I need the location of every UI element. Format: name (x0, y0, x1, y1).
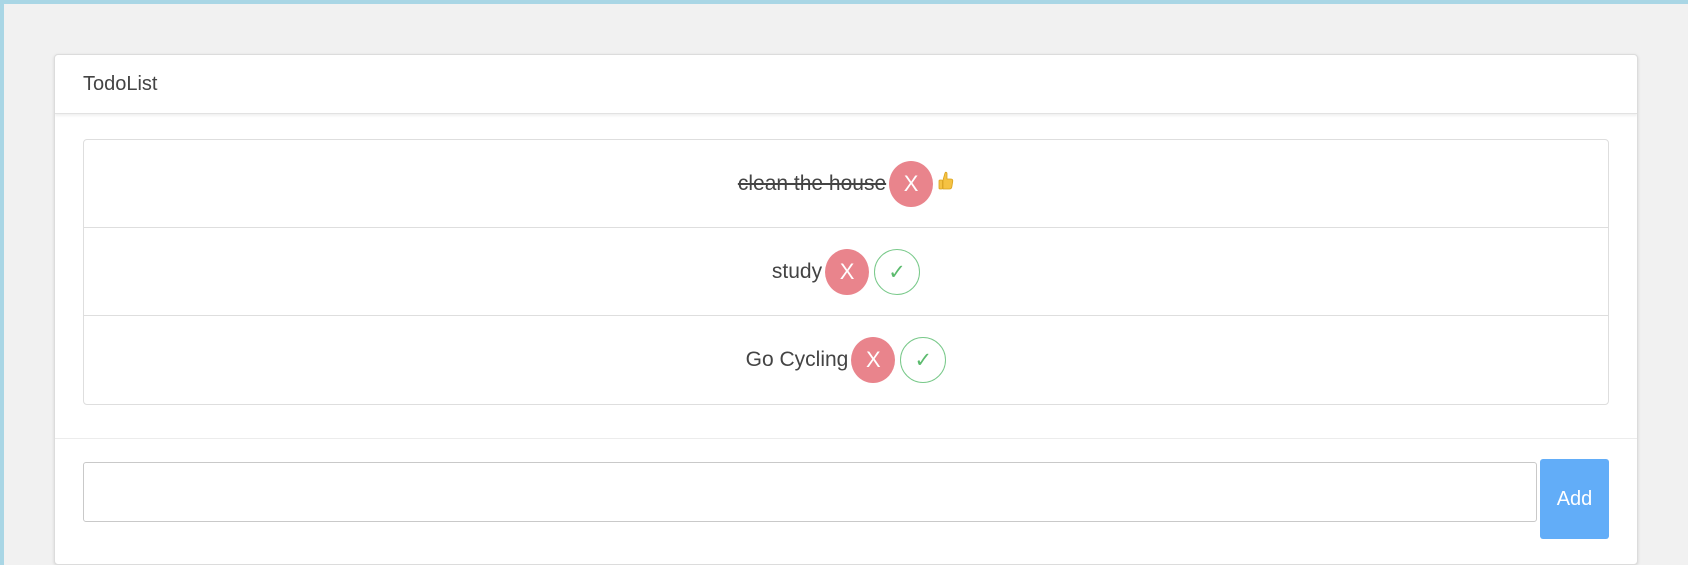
todo-item: clean the house X (84, 140, 1608, 228)
todo-item: Go Cycling X ✓ (84, 316, 1608, 404)
delete-button[interactable]: X (889, 160, 934, 207)
thumbs-up-icon (938, 171, 954, 193)
panel-title: TodoList (83, 72, 158, 95)
delete-button[interactable]: X (825, 248, 870, 295)
delete-button[interactable]: X (851, 337, 896, 383)
todo-item-text[interactable]: clean the house (738, 172, 886, 196)
app-background: TodoList clean the house X study X ✓ Go (4, 4, 1688, 565)
complete-button[interactable]: ✓ (900, 337, 947, 383)
todo-panel: TodoList clean the house X study X ✓ Go (54, 54, 1638, 565)
todo-list: clean the house X study X ✓ Go Cycling X… (83, 139, 1609, 405)
add-button[interactable]: Add (1540, 459, 1609, 539)
todo-item: study X ✓ (84, 228, 1608, 316)
complete-button[interactable]: ✓ (874, 248, 921, 295)
new-todo-input[interactable] (83, 462, 1537, 522)
todo-item-text[interactable]: study (772, 260, 822, 284)
todo-item-text[interactable]: Go Cycling (746, 348, 849, 372)
divider (55, 438, 1637, 439)
panel-header: TodoList (55, 55, 1637, 114)
